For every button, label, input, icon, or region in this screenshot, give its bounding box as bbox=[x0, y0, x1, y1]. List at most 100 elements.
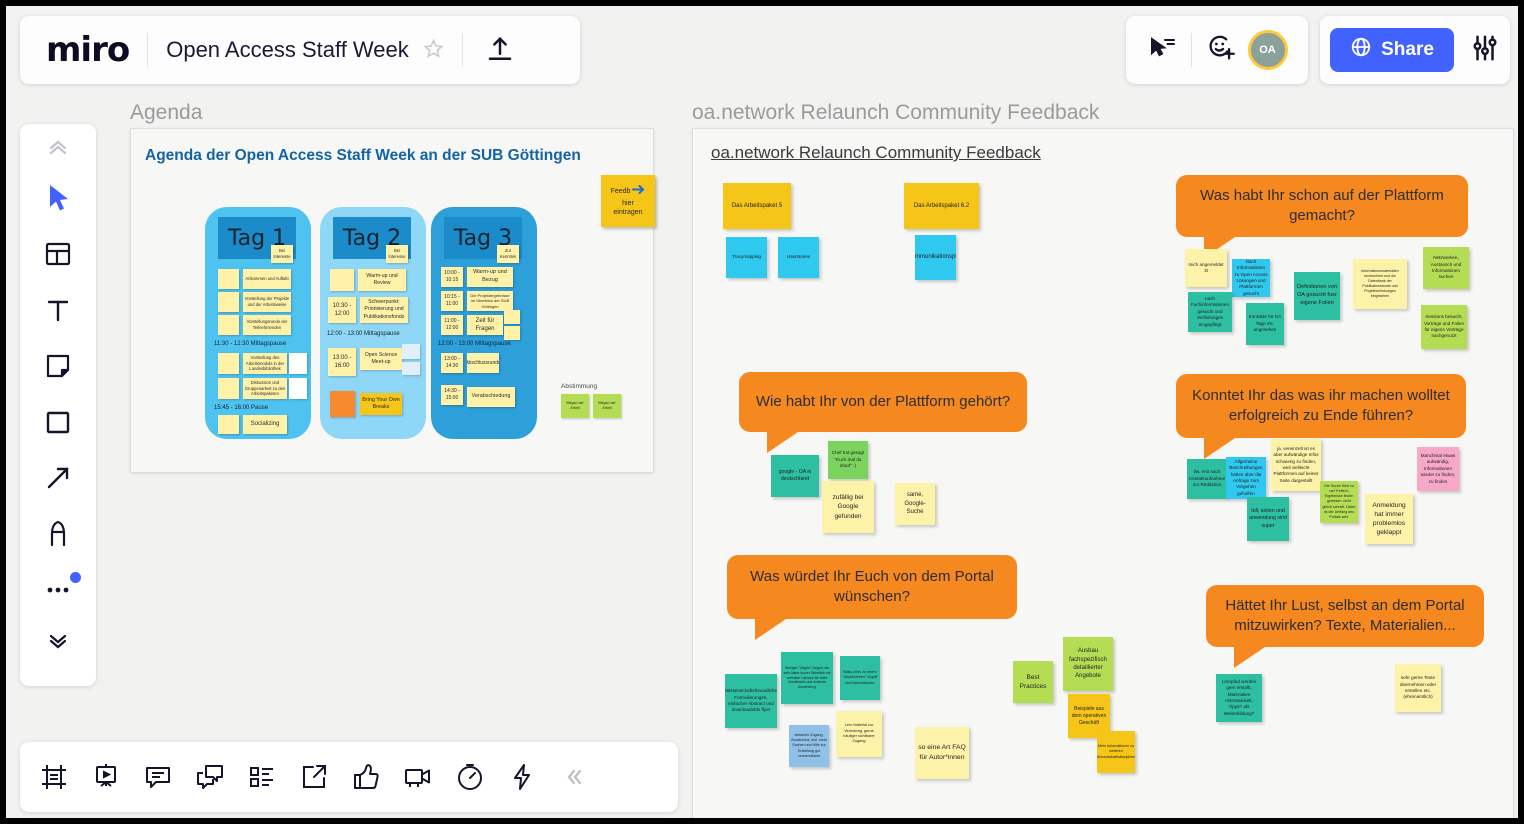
q1-note-2[interactable]: Nach Informationen zu Open Access Lösung… bbox=[1232, 259, 1270, 297]
board-title[interactable]: Open Access Staff Week bbox=[166, 37, 409, 63]
presentation-icon[interactable] bbox=[90, 761, 122, 793]
pen-icon[interactable] bbox=[20, 506, 96, 562]
day-3-time-1[interactable]: 10:00 - 10:15 bbox=[441, 267, 463, 287]
work-package-note-1[interactable]: Das Arbeitspaket 5 bbox=[723, 183, 791, 229]
day-2-head-note[interactable]: Bei Interesse bbox=[386, 245, 408, 263]
templates-icon[interactable] bbox=[20, 226, 96, 282]
day-1-time-2[interactable] bbox=[218, 292, 239, 312]
day-2-time-1[interactable] bbox=[330, 269, 354, 291]
expand-down-icon[interactable] bbox=[20, 618, 96, 664]
sliders-icon[interactable] bbox=[1470, 33, 1500, 68]
export-icon[interactable] bbox=[298, 761, 330, 793]
sub-note-3[interactable]: Kommunikationsplan bbox=[915, 235, 956, 280]
q2-note-1[interactable]: google - OA in deutschland bbox=[771, 455, 819, 497]
share-button[interactable]: Share bbox=[1330, 28, 1454, 72]
day-2-card-2[interactable] bbox=[402, 362, 420, 375]
day-3-time-2[interactable]: 10:15 - 11:00 bbox=[441, 291, 463, 311]
collapse-left-icon[interactable] bbox=[558, 761, 590, 793]
abstimmung-note-1[interactable]: Wegen der Arbeit bbox=[561, 394, 589, 418]
day-1-time-1[interactable] bbox=[218, 269, 239, 289]
day-3-item-1[interactable]: Warm-up und Bezug bbox=[467, 267, 513, 287]
frame-label-agenda[interactable]: Agenda bbox=[130, 101, 202, 125]
q3-note-7[interactable]: Manchmal etwas aufwändig, Informationen … bbox=[1417, 447, 1459, 491]
day-1-item-1[interactable]: Ankommen und Auftakt bbox=[243, 269, 291, 289]
q1-note-8[interactable]: Sessions besucht, Vorträge und Folien fü… bbox=[1421, 305, 1467, 349]
day-2-card-1[interactable] bbox=[402, 344, 420, 359]
q1-note-4[interactable]: Kontakte für OA Tage etc. angesehen bbox=[1246, 303, 1284, 345]
q4-note-3[interactable]: Basis-Infos zu einem "strukturierten" Zu… bbox=[840, 656, 880, 700]
lightning-icon[interactable] bbox=[506, 761, 538, 793]
q3-note-3[interactable]: ja, vereinzelt ist es aber aufwändige In… bbox=[1271, 439, 1321, 491]
day-2-item-1[interactable]: Warm-up und Review bbox=[358, 269, 406, 291]
q3-note-1[interactable]: tlw. erst nach Kontaktaufnahme zur Redak… bbox=[1187, 459, 1227, 499]
timer-icon[interactable] bbox=[454, 761, 486, 793]
day-1-item-2[interactable]: Vorstellung der Projekte und der Arbeits… bbox=[243, 292, 291, 312]
day-2-time-3[interactable]: 13:00 - 16:00 bbox=[328, 348, 356, 376]
feedback-sticky-note[interactable]: Feedb hier eintragen bbox=[601, 175, 655, 227]
video-icon[interactable] bbox=[402, 761, 434, 793]
invite-member-icon[interactable] bbox=[1206, 33, 1236, 68]
day-3-item-5[interactable]: Verabschiedung bbox=[467, 387, 515, 407]
day-1-time-6[interactable] bbox=[218, 415, 239, 434]
question-bubble-2[interactable]: Wie habt Ihr von der Plattform gehört? bbox=[739, 372, 1027, 453]
collapse-up-icon[interactable] bbox=[20, 124, 96, 170]
frame-icon[interactable] bbox=[38, 761, 70, 793]
q4-note-1[interactable]: Wissenschaftsfreundliche Formulierungen,… bbox=[725, 674, 777, 728]
upload-icon[interactable] bbox=[485, 35, 515, 65]
day-2-item-2[interactable]: Schwerpunkt: Priorisierung und Publikati… bbox=[360, 297, 408, 323]
cursor-select-icon[interactable] bbox=[20, 170, 96, 226]
question-bubble-4[interactable]: Was würdet Ihr Euch von dem Portal wünsc… bbox=[727, 555, 1017, 640]
q4-note-4[interactable]: einfacher Zugang, Zusatzinfos, inkl. meh… bbox=[789, 725, 829, 767]
text-icon[interactable] bbox=[20, 282, 96, 338]
question-bubble-3[interactable]: Konntet Ihr das was ihr machen wolltet e… bbox=[1176, 374, 1466, 459]
cards-icon[interactable] bbox=[246, 761, 278, 793]
day-column-2[interactable]: Tag 2 Bei Interesse Warm-up und Review 1… bbox=[320, 207, 426, 439]
sub-note-2[interactable]: Userstories bbox=[778, 237, 819, 278]
day-column-1[interactable]: Tag 1 Bei Interesse Ankommen und Auftakt… bbox=[205, 207, 311, 439]
q2-note-2[interactable]: Chef hat gesagt "Kuck mal da drauf" :) bbox=[828, 441, 868, 479]
miro-logo[interactable]: miro bbox=[46, 33, 130, 67]
day-1-time-3[interactable] bbox=[218, 315, 239, 335]
day-1-card-2[interactable] bbox=[289, 378, 307, 399]
cursor-share-icon[interactable] bbox=[1147, 35, 1177, 66]
day-3-time-4[interactable]: 13:00 - 14:30 bbox=[441, 353, 463, 373]
q2-note-4[interactable]: same, Google-Suche bbox=[895, 483, 935, 525]
thumbs-up-icon[interactable] bbox=[350, 761, 382, 793]
day-3-item-2[interactable]: Die Projektergebnisse im Überblick der S… bbox=[467, 291, 513, 311]
frame-feedback[interactable]: oa.network Relaunch Community Feedback D… bbox=[692, 128, 1514, 818]
day-column-3[interactable]: Tag 3 Zur Kenntnis 10:00 - 10:15 Warm-up… bbox=[431, 207, 537, 439]
q2-note-3[interactable]: zufällig bei Google gefunden bbox=[822, 481, 874, 533]
day-3-item-4[interactable]: Abschlussrunde bbox=[467, 353, 499, 373]
question-bubble-1[interactable]: Was habt Ihr schon auf der Plattform gem… bbox=[1176, 175, 1468, 258]
q3-note-2[interactable]: Allgemeine Beschreibungen hätten über di… bbox=[1226, 457, 1266, 499]
day-3-card-2[interactable] bbox=[504, 326, 520, 340]
day-2-item-3[interactable]: Open Science Meet-up bbox=[360, 348, 402, 370]
day-3-head-note[interactable]: Zur Kenntnis bbox=[497, 245, 519, 263]
shape-icon[interactable] bbox=[20, 394, 96, 450]
day-2-item-4[interactable]: Bring Your Own Breaks bbox=[360, 393, 402, 415]
arrow-icon[interactable] bbox=[20, 450, 96, 506]
abstimmung-note-2[interactable]: Wegen der Arbeit bbox=[593, 394, 621, 418]
day-1-card-1[interactable] bbox=[289, 353, 307, 374]
q4-note-2[interactable]: Weniger "Gegen"-Jargon, ein sehr klarer … bbox=[781, 652, 833, 704]
comment-icon[interactable] bbox=[142, 761, 174, 793]
more-tools-icon[interactable] bbox=[20, 562, 96, 618]
q1-note-7[interactable]: Netzwerken, Austausch und Informationen … bbox=[1423, 247, 1469, 289]
day-1-time-4[interactable] bbox=[218, 353, 239, 374]
day-1-head-note[interactable]: Bei Interesse bbox=[271, 245, 293, 263]
q3-note-5[interactable]: toll, seiten und anwendung sind super bbox=[1247, 497, 1289, 541]
star-icon[interactable] bbox=[423, 38, 444, 63]
q3-note-6[interactable]: Anmeldung hat immer problemlos geklappt bbox=[1365, 494, 1413, 544]
day-1-item-5[interactable]: Diskussion und Gruppenarbeit zu den Arbe… bbox=[243, 378, 287, 399]
frame-label-feedback[interactable]: oa.network Relaunch Community Feedback bbox=[692, 101, 1099, 125]
frame-agenda[interactable]: Agenda der Open Access Staff Week an der… bbox=[130, 128, 655, 473]
q1-note-1[interactable]: mich angemeldet :D bbox=[1185, 249, 1227, 287]
sub-note-1[interactable]: Tracymapping bbox=[726, 237, 767, 278]
q5-note-2[interactable]: sehr gerne Texte übernehmen oder erstell… bbox=[1395, 664, 1441, 712]
day-2-orange-note[interactable] bbox=[330, 391, 355, 417]
day-3-item-3[interactable]: Zeit für Fragen bbox=[467, 315, 503, 335]
q4-note-6[interactable]: so eine Art FAQ für Autor*innen bbox=[915, 727, 969, 779]
day-1-item-3[interactable]: Vorstellungsrunde der Teilnehmenden bbox=[243, 315, 291, 335]
q4-note-8[interactable]: Ausbau fachspezifisch detaillierter Ange… bbox=[1063, 637, 1113, 691]
q1-note-5[interactable]: Definitionen von OA gesucht fuer eigene … bbox=[1294, 272, 1340, 320]
